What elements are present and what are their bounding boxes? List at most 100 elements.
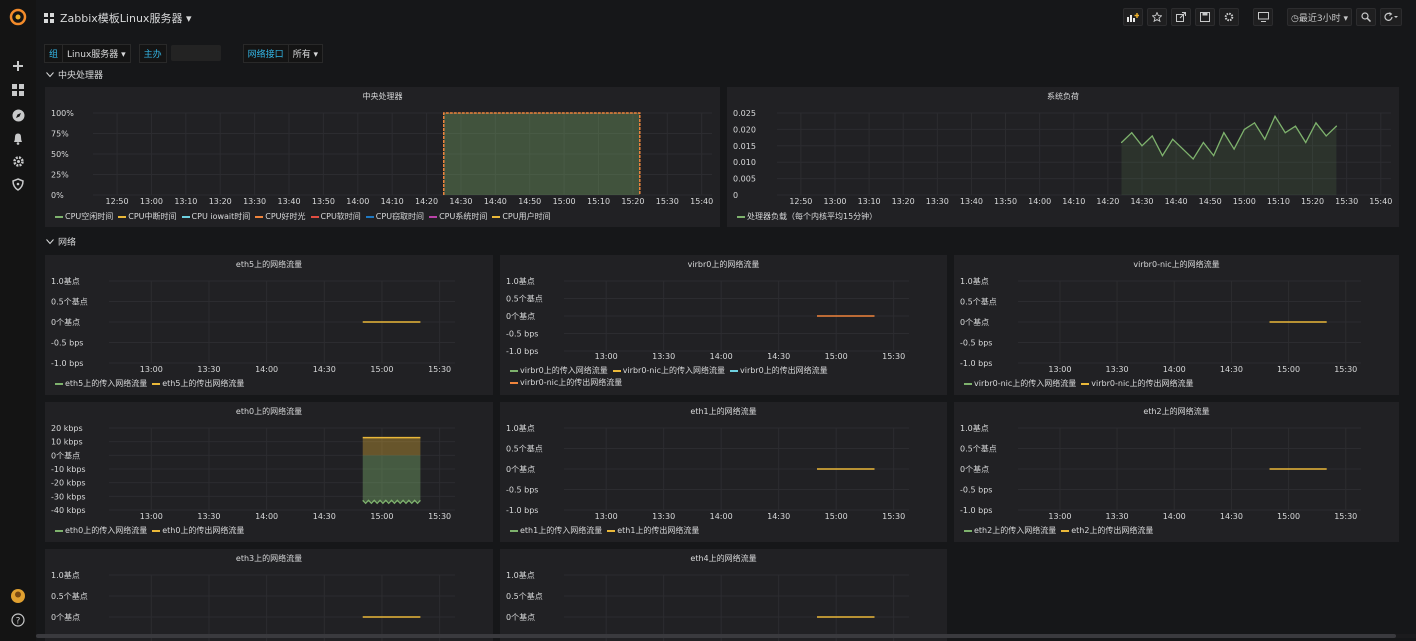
group-variable-dropdown[interactable]: Linux服务器 ▾ (63, 43, 131, 63)
panel-eth4[interactable]: eth4上的网络流量 1.0基点 0.5个基点 0个基点 (500, 549, 947, 641)
share-button[interactable] (1171, 8, 1192, 26)
panel-virbr0nic[interactable]: virbr0-nic上的网络流量 1.0基点 0.5个基点 0个基点 -0.5 bps -… (954, 255, 1399, 395)
x-tick-label: 15:00 (1277, 512, 1300, 521)
legend-swatch (1081, 382, 1090, 385)
legend-item[interactable]: 处理器负载（每个内核平均15分钟） (737, 211, 877, 223)
legend-item[interactable]: virbr0-nic上的传入网络流量 (612, 365, 725, 377)
legend-item[interactable]: CPU用户时间 (492, 211, 551, 223)
legend-item[interactable]: CPU空闲时间 (55, 211, 113, 223)
add-panel-button[interactable] (1123, 8, 1144, 26)
shield-icon[interactable] (9, 175, 27, 193)
x-tick-label: 13:30 (652, 352, 675, 361)
legend-item[interactable]: CPU系统时间 (429, 211, 487, 223)
plus-icon[interactable] (9, 57, 27, 75)
panel-eth0[interactable]: eth0上的网络流量 20 kbps 10 kbps 0个基点 -10 kbps -20 … (45, 402, 493, 542)
y-tick-label: -0.5 bps (960, 486, 992, 495)
y-tick-label: 0.5个基点 (506, 591, 543, 601)
gear-icon[interactable] (9, 152, 27, 170)
panel-eth3[interactable]: eth3上的网络流量 1.0基点 0.5个基点 0个基点 (45, 549, 493, 641)
legend-item[interactable]: CPU好时光 (255, 211, 306, 223)
alert-bell-icon[interactable] (9, 129, 27, 147)
y-tick-label: 0.5个基点 (51, 591, 88, 601)
x-tick-label: 14:50 (1199, 197, 1222, 206)
legend-swatch (152, 382, 161, 385)
row-cpu[interactable]: 中央处理器 (46, 68, 103, 81)
x-tick-label: 15:00 (370, 365, 393, 374)
x-tick-label: 12:50 (789, 197, 812, 206)
dashboard-picker[interactable]: Zabbix模板Linux服务器 ▾ (44, 10, 191, 26)
y-tick-label: 0个基点 (960, 464, 989, 474)
y-tick-label: 1.0基点 (51, 570, 80, 580)
legend-item[interactable]: eth2上的传出网络流量 (1061, 525, 1153, 537)
help-icon[interactable]: ? (9, 611, 27, 629)
user-avatar[interactable] (9, 587, 27, 605)
horizontal-scrollbar[interactable] (36, 634, 1416, 638)
legend-item[interactable]: eth2上的传入网络流量 (964, 525, 1056, 537)
series-area-load (1121, 116, 1337, 195)
legend-item[interactable]: eth1上的传出网络流量 (607, 525, 699, 537)
time-range-picker[interactable]: ◷最近3小时 ▾ (1287, 8, 1352, 26)
legend-item[interactable]: virbr0上的传出网络流量 (729, 365, 828, 377)
host-variable-dropdown-redacted[interactable] (170, 45, 221, 61)
save-button[interactable] (1195, 8, 1216, 26)
panel-eth2[interactable]: eth2上的网络流量 1.0基点 0.5个基点 0个基点 -0.5 bps -1.0 bp… (954, 402, 1399, 542)
scrollbar-thumb[interactable] (36, 634, 1396, 638)
panel-cpu[interactable]: 中央处理器 100% 75% 50% 25% 0% 12:50 13:00 13:10 13:20… (45, 87, 720, 227)
legend-item[interactable]: virbr0-nic上的传出网络流量 (1081, 378, 1194, 390)
y-tick-label: -1.0 bps (506, 347, 538, 356)
grafana-logo-icon[interactable] (9, 8, 27, 26)
legend-label: CPU系统时间 (439, 212, 488, 221)
interface-variable-dropdown[interactable]: 所有 ▾ (288, 43, 324, 63)
legend-item[interactable]: virbr0-nic上的传入网络流量 (964, 378, 1076, 390)
x-tick-label: 13:10 (174, 197, 197, 206)
legend-item[interactable]: CPU软时间 (310, 211, 361, 223)
panel-load[interactable]: 系统负荷 0.025 0.020 0.015 0.010 0.005 0 12:50 13:00… (727, 87, 1399, 227)
legend-label: CPU iowait时间 (191, 212, 251, 221)
graph-cpu: 100% 75% 50% 25% 0% 12:50 13:00 13:10 13:20 13:30… (51, 109, 713, 206)
explore-compass-icon[interactable] (9, 106, 27, 124)
x-tick-label: 15:00 (825, 512, 848, 521)
legend-item[interactable]: CPU iowait时间 (181, 211, 251, 223)
y-tick-label: -1.0 bps (51, 359, 83, 368)
x-tick-label: 13:30 (652, 512, 675, 521)
legend-swatch (310, 215, 319, 218)
legend-item[interactable]: eth0上的传出网络流量 (152, 525, 244, 537)
refresh-button[interactable] (1380, 8, 1402, 26)
y-tick-label: 0.5个基点 (506, 294, 543, 304)
zoom-out-button[interactable] (1356, 8, 1376, 26)
x-tick-label: 14:00 (1163, 365, 1186, 374)
legend-item[interactable]: virbr0-nic上的传出网络流量 (510, 377, 622, 389)
x-tick-label: 15:00 (553, 197, 576, 206)
navbar: Zabbix模板Linux服务器 ▾ ◷最近3小时 ▾ (36, 0, 1416, 38)
panel-virbr0[interactable]: virbr0上的网络流量 1.0基点 0.5个基点 0个基点 -0.5 bps -1.0 … (500, 255, 947, 395)
row-network[interactable]: 网络 (46, 235, 76, 248)
y-tick-label: 10 kbps (51, 438, 83, 447)
legend: eth2上的传入网络流量 eth2上的传出网络流量 (964, 525, 1389, 537)
legend-label: virbr0-nic上的传入网络流量 (622, 366, 725, 375)
data-point (1202, 141, 1204, 144)
x-tick-label: 13:00 (140, 197, 163, 206)
x-tick-label: 13:40 (960, 197, 983, 206)
data-point (1182, 148, 1184, 150)
data-point (1253, 122, 1256, 124)
legend-item[interactable]: eth5上的传出网络流量 (152, 378, 244, 390)
y-tick-label: 0.5个基点 (506, 444, 543, 454)
dashboards-icon[interactable] (9, 81, 27, 99)
legend-item[interactable]: virbr0上的传入网络流量 (510, 365, 608, 377)
legend-item[interactable]: eth1上的传入网络流量 (510, 525, 602, 537)
y-tick-label: 1.0基点 (506, 570, 535, 580)
panel-eth5[interactable]: eth5上的网络流量 1.0基点 0.5个基点 0个基点 -0.5 bps -1.0 bp… (45, 255, 493, 395)
legend-label: eth0上的传入网络流量 (65, 526, 148, 535)
y-tick-label: 0 (733, 191, 738, 200)
panel-eth1[interactable]: eth1上的网络流量 1.0基点 0.5个基点 0个基点 -0.5 bps -1.0 bp… (500, 402, 947, 542)
settings-button[interactable] (1219, 8, 1240, 26)
legend-item[interactable]: eth5上的传入网络流量 (55, 378, 147, 390)
tv-mode-button[interactable] (1253, 8, 1274, 26)
legend-item[interactable]: CPU中断时间 (118, 211, 177, 223)
star-button[interactable] (1147, 8, 1168, 26)
legend-item[interactable]: eth0上的传入网络流量 (55, 525, 147, 537)
y-tick-label: -0.5 bps (51, 339, 83, 348)
y-tick-label: 0个基点 (960, 317, 989, 327)
legend-item[interactable]: CPU窃取时间 (365, 211, 424, 223)
legend-swatch (1061, 529, 1070, 532)
